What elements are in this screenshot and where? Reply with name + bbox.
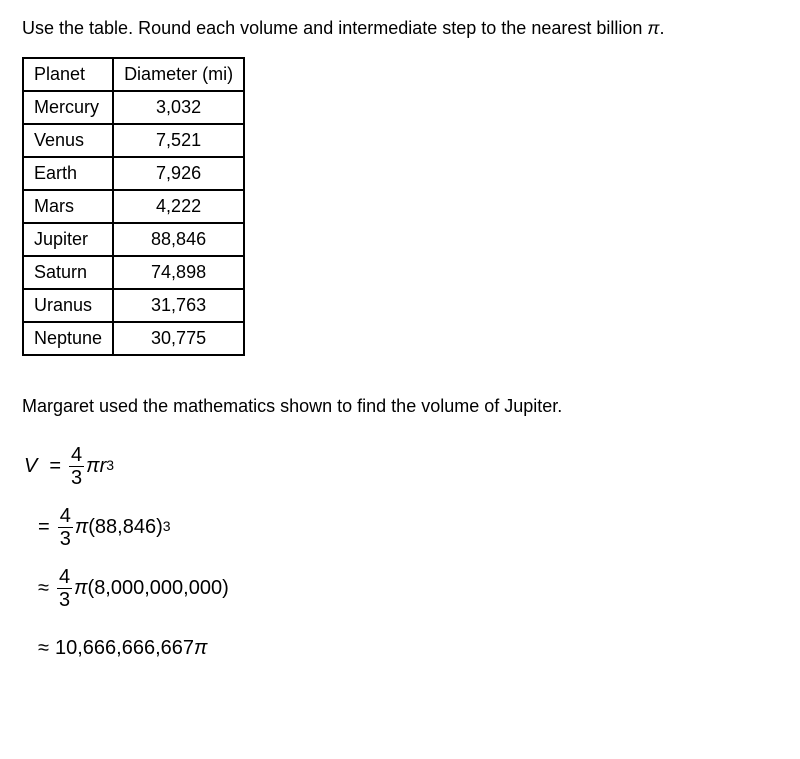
right-paren: )	[222, 577, 229, 600]
fraction-numerator: 4	[69, 445, 84, 466]
cell-diameter: 74,898	[113, 256, 244, 289]
exponent-3: 3	[163, 518, 171, 534]
math-line-3: ≈ 4 3 π ( 8,000,000,000 )	[24, 567, 778, 610]
table-row: Neptune 30,775	[23, 322, 244, 355]
fraction-denominator: 3	[57, 588, 72, 610]
cell-planet: Neptune	[23, 322, 113, 355]
left-paren: (	[88, 577, 95, 600]
cell-diameter: 7,521	[113, 124, 244, 157]
math-line-4: ≈ 10,666,666,667 π	[24, 628, 778, 668]
variable-v: V	[24, 455, 37, 478]
right-paren: )	[156, 516, 163, 539]
exponent-3: 3	[106, 457, 114, 473]
cell-planet: Saturn	[23, 256, 113, 289]
math-line-2: = 4 3 π ( 88,846 ) 3	[24, 506, 778, 549]
table-row: Jupiter 88,846	[23, 223, 244, 256]
cell-planet: Jupiter	[23, 223, 113, 256]
table-row: Venus 7,521	[23, 124, 244, 157]
cell-diameter: 4,222	[113, 190, 244, 223]
table-row: Mars 4,222	[23, 190, 244, 223]
header-diameter: Diameter (mi)	[113, 58, 244, 91]
rounded-value: 8,000,000,000	[94, 577, 222, 600]
cell-diameter: 7,926	[113, 157, 244, 190]
pi-symbol: π	[647, 18, 659, 38]
cell-diameter: 30,775	[113, 322, 244, 355]
substituted-value: 88,846	[95, 516, 156, 539]
cell-diameter: 31,763	[113, 289, 244, 322]
fraction-numerator: 4	[58, 506, 73, 527]
cell-planet: Uranus	[23, 289, 113, 322]
fraction-denominator: 3	[58, 527, 73, 549]
cell-planet: Mercury	[23, 91, 113, 124]
pi-symbol: π	[86, 455, 99, 478]
approx-sign: ≈	[38, 577, 49, 600]
cell-planet: Earth	[23, 157, 113, 190]
table-row: Mercury 3,032	[23, 91, 244, 124]
planet-table: Planet Diameter (mi) Mercury 3,032 Venus…	[22, 57, 245, 356]
header-planet: Planet	[23, 58, 113, 91]
table-row: Uranus 31,763	[23, 289, 244, 322]
instruction-period: .	[659, 18, 664, 38]
final-value: 10,666,666,667	[55, 637, 194, 660]
fraction-4-3: 4 3	[69, 445, 84, 488]
cell-diameter: 3,032	[113, 91, 244, 124]
radius-r: r	[100, 455, 107, 478]
fraction-numerator: 4	[57, 567, 72, 588]
fraction-4-3: 4 3	[58, 506, 73, 549]
math-line-1: V = 4 3 π r 3	[24, 445, 778, 488]
fraction-denominator: 3	[69, 466, 84, 488]
left-paren: (	[88, 516, 95, 539]
pi-symbol: π	[74, 577, 87, 600]
cell-planet: Mars	[23, 190, 113, 223]
instruction-text: Use the table. Round each volume and int…	[22, 18, 778, 39]
statement-text: Margaret used the mathematics shown to f…	[22, 396, 778, 417]
equals-sign: =	[49, 455, 61, 478]
table-row: Saturn 74,898	[23, 256, 244, 289]
table-row: Earth 7,926	[23, 157, 244, 190]
table-header-row: Planet Diameter (mi)	[23, 58, 244, 91]
approx-sign: ≈	[38, 637, 49, 660]
equals-sign: =	[38, 516, 50, 539]
pi-symbol: π	[75, 516, 88, 539]
pi-symbol: π	[194, 637, 207, 660]
cell-diameter: 88,846	[113, 223, 244, 256]
fraction-4-3: 4 3	[57, 567, 72, 610]
cell-planet: Venus	[23, 124, 113, 157]
math-work: V = 4 3 π r 3 = 4 3 π ( 88,846 ) 3 ≈ 4 3…	[24, 445, 778, 668]
instruction-main: Use the table. Round each volume and int…	[22, 18, 647, 38]
